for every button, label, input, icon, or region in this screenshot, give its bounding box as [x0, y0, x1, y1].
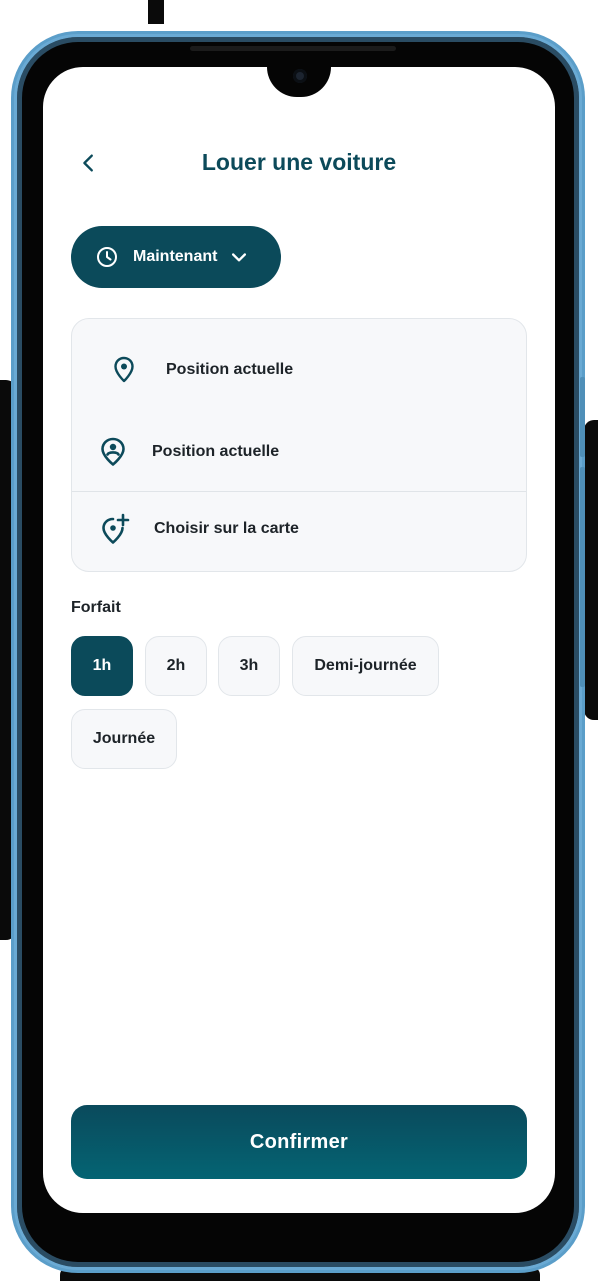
package-chip-half-day[interactable]: Demi-journée — [292, 636, 439, 696]
clock-icon — [97, 247, 117, 267]
confirm-button[interactable]: Confirmer — [71, 1105, 527, 1179]
pickup-location-field[interactable]: Position actuelle — [72, 353, 526, 387]
package-section-label: Forfait — [71, 599, 121, 616]
package-chip-1h[interactable]: 1h — [71, 636, 133, 696]
option-choose-on-map-label: Choisir sur la carte — [154, 520, 299, 537]
time-selector-label: Maintenant — [133, 248, 218, 265]
background-smudge — [584, 420, 598, 720]
option-choose-on-map[interactable]: Choisir sur la carte — [72, 511, 526, 547]
app-screen: Louer une voiture Maintenant Position ac… — [43, 67, 555, 1213]
package-chip-2h[interactable]: 2h — [145, 636, 207, 696]
page-title: Louer une voiture — [201, 149, 397, 175]
chevron-down-icon — [232, 253, 247, 262]
time-selector-dropdown[interactable]: Maintenant — [71, 226, 281, 288]
photo-stage: Louer une voiture Maintenant Position ac… — [0, 0, 598, 1281]
earpiece-speaker — [190, 46, 396, 51]
front-camera — [293, 69, 307, 83]
power-button — [580, 377, 585, 457]
camera-notch — [267, 67, 331, 97]
package-chip-3h[interactable]: 3h — [218, 636, 280, 696]
option-current-position-label: Position actuelle — [152, 443, 280, 460]
background-smudge — [148, 0, 164, 24]
divider — [72, 491, 526, 492]
pickup-location-label: Position actuelle — [166, 361, 294, 378]
package-chip-full-day[interactable]: Journée — [71, 709, 177, 769]
user-location-icon — [101, 437, 125, 466]
map-pin-icon — [114, 356, 134, 383]
location-card: Position actuelle Position actuelle Choi… — [71, 318, 527, 572]
add-location-icon — [102, 513, 130, 544]
option-current-position[interactable]: Position actuelle — [72, 435, 526, 469]
volume-button — [580, 467, 585, 687]
